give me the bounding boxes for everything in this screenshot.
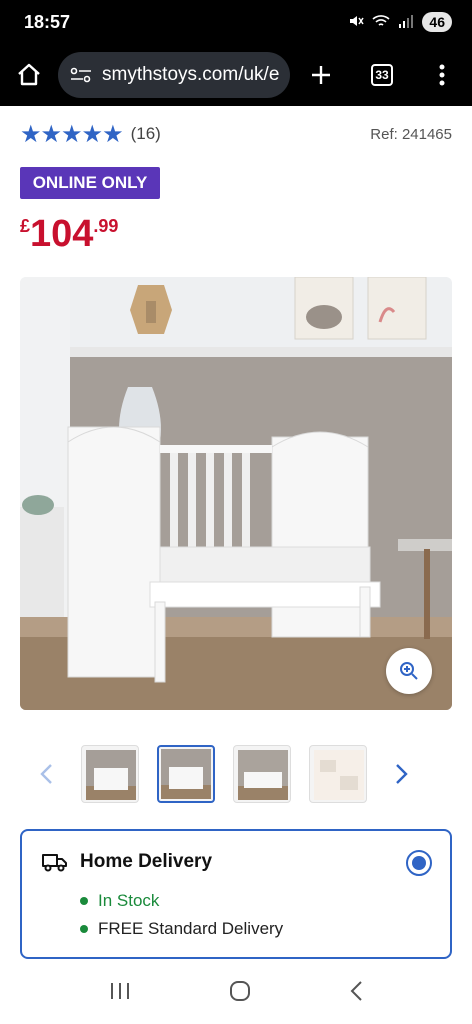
price: £ 104 .99 xyxy=(20,212,118,256)
status-icons: 46 xyxy=(348,12,452,32)
thumbnail-4[interactable] xyxy=(309,745,367,803)
home-delivery-option[interactable]: Home Delivery In Stock FREE Standard Del… xyxy=(20,829,452,959)
wifi-icon xyxy=(372,14,390,31)
stock-text: In Stock xyxy=(98,891,160,910)
browser-menu-button[interactable] xyxy=(412,64,472,86)
thumbnail-3[interactable] xyxy=(233,745,291,803)
price-decimal: .99 xyxy=(93,216,119,236)
previous-image-button[interactable] xyxy=(20,742,72,806)
price-main: 104 xyxy=(30,213,94,255)
delivery-truck-icon xyxy=(42,854,67,872)
product-main-image[interactable] xyxy=(20,277,452,710)
cot-bed-photo xyxy=(20,277,452,710)
in-stock-dot xyxy=(80,897,88,905)
thumbnail-2[interactable] xyxy=(157,745,215,803)
back-icon xyxy=(350,980,362,1001)
home-icon xyxy=(18,63,40,86)
recent-apps-button[interactable] xyxy=(109,981,131,1006)
tab-switcher-button[interactable]: 33 xyxy=(352,64,412,86)
new-tab-button[interactable] xyxy=(290,44,352,106)
site-settings-icon[interactable] xyxy=(70,66,92,84)
delivery-radio[interactable] xyxy=(406,850,432,876)
thumbnail-carousel xyxy=(20,742,452,806)
online-only-badge: ONLINE ONLY xyxy=(20,167,160,199)
home-button[interactable] xyxy=(0,44,58,106)
stock-status: In Stock xyxy=(80,891,159,911)
delivery-title: Home Delivery xyxy=(80,851,213,872)
radio-selected-dot xyxy=(412,856,426,870)
signal-icon xyxy=(398,14,414,31)
plus-icon xyxy=(312,66,330,84)
shipping-dot xyxy=(80,925,88,933)
browser-toolbar: smythstoys.com/uk/e 33 xyxy=(0,44,472,106)
system-navigation-bar xyxy=(0,962,472,1024)
tab-count: 33 xyxy=(371,64,393,86)
home-nav-button[interactable] xyxy=(229,980,251,1007)
thumbnail-1[interactable] xyxy=(81,745,139,803)
chevron-left-icon xyxy=(40,764,52,784)
next-image-button[interactable] xyxy=(376,742,428,806)
shipping-text: FREE Standard Delivery xyxy=(98,919,284,938)
battery-indicator: 46 xyxy=(422,12,452,32)
address-bar[interactable]: smythstoys.com/uk/e xyxy=(58,52,290,98)
more-vertical-icon xyxy=(439,64,445,86)
price-currency: £ xyxy=(20,216,31,236)
back-button[interactable] xyxy=(349,980,363,1007)
zoom-button[interactable] xyxy=(386,648,432,694)
rating-row: ★★★★★ (16) Ref: 241465 xyxy=(20,120,452,148)
chevron-right-icon xyxy=(396,764,408,784)
star-rating[interactable]: ★★★★★ xyxy=(20,120,124,149)
home-circle-icon xyxy=(230,980,250,1001)
recents-icon xyxy=(111,982,129,999)
mute-icon xyxy=(348,13,365,32)
shipping-info: FREE Standard Delivery xyxy=(80,919,283,939)
status-bar: 18:57 46 xyxy=(0,0,472,44)
status-time: 18:57 xyxy=(24,11,71,32)
zoom-in-icon xyxy=(400,662,418,680)
review-count[interactable]: (16) xyxy=(131,124,161,144)
url-text: smythstoys.com/uk/e xyxy=(102,64,280,85)
product-ref: Ref: 241465 xyxy=(370,125,452,143)
delivery-header: Home Delivery xyxy=(42,851,212,873)
